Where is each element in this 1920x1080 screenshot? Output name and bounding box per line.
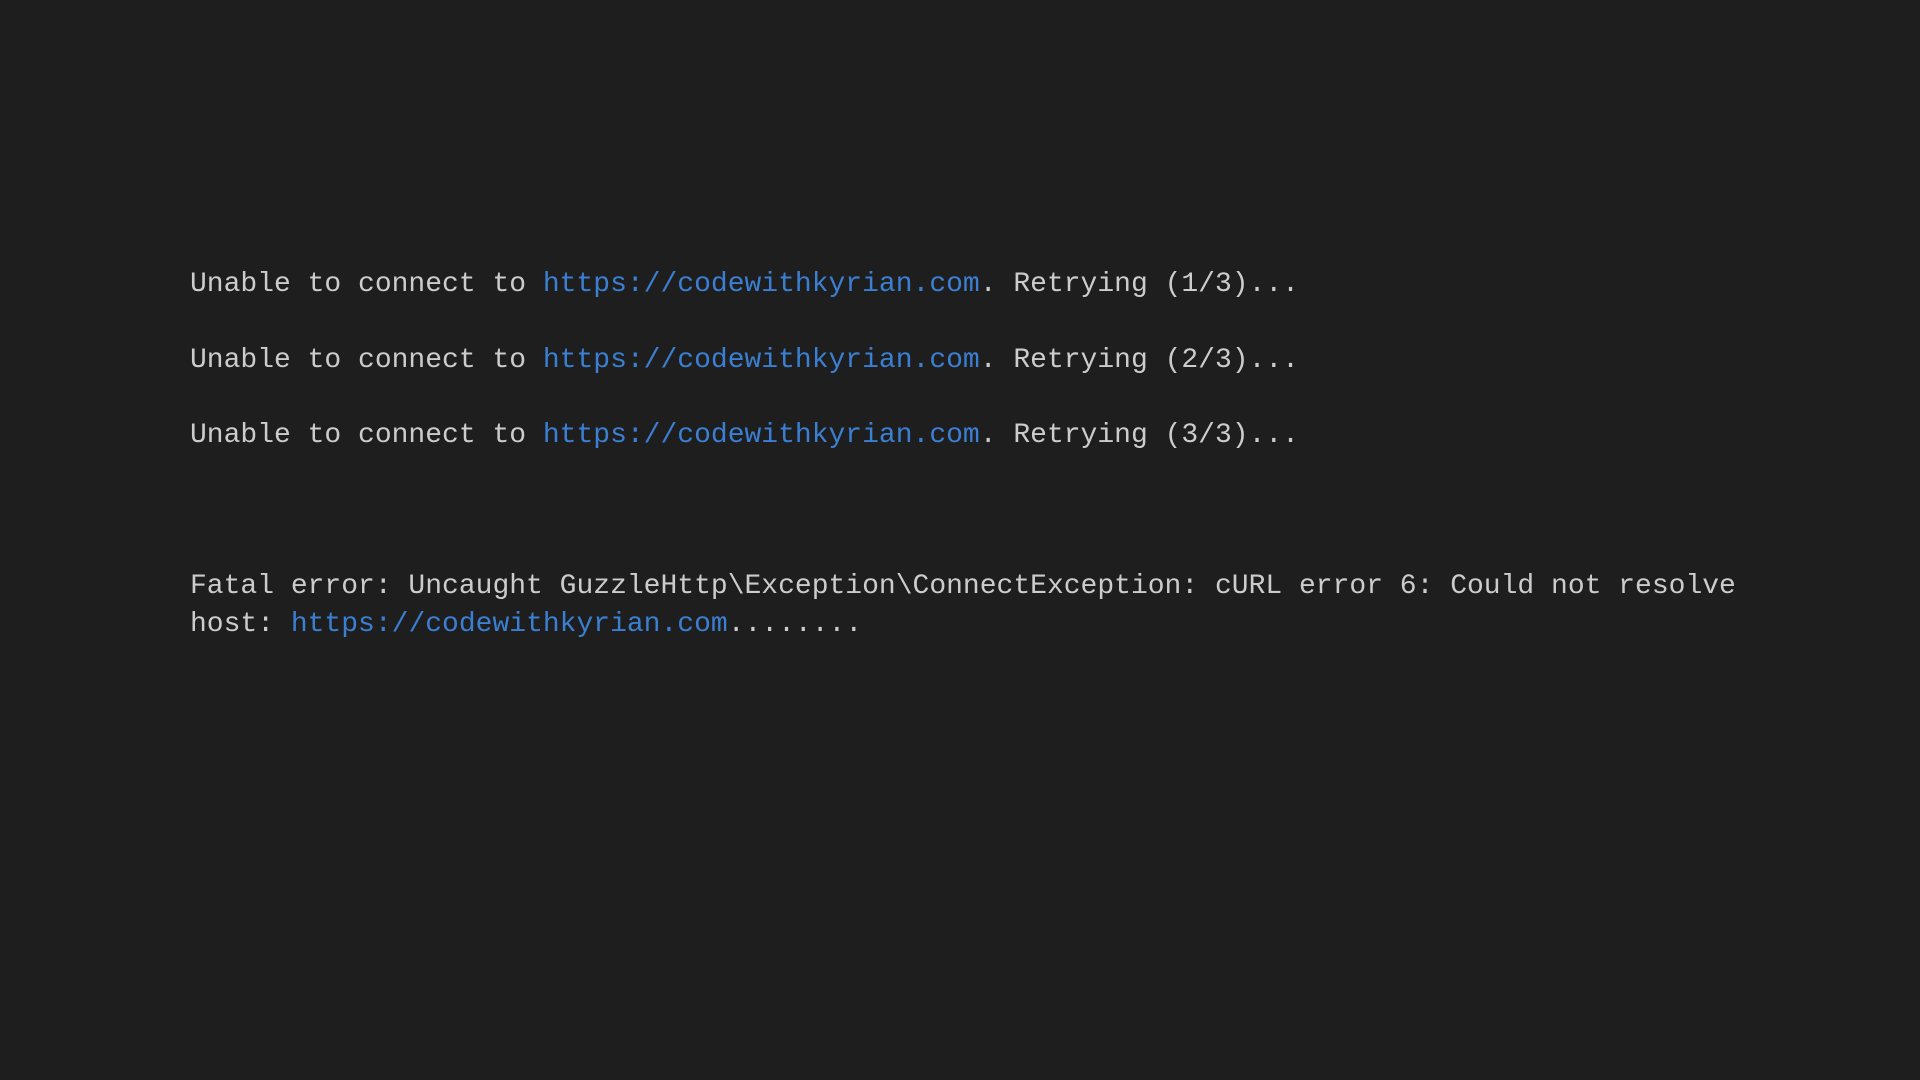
fatal-error-line: Fatal error: Uncaught GuzzleHttp\Excepti… bbox=[190, 568, 1820, 644]
retry-line: Unable to connect to https://codewithkyr… bbox=[190, 266, 1820, 304]
retry-prefix: Unable to connect to bbox=[190, 269, 543, 300]
url-link[interactable]: https://codewithkyrian.com bbox=[543, 420, 980, 451]
retry-suffix: . Retrying (1/3)... bbox=[980, 269, 1299, 300]
retry-prefix: Unable to connect to bbox=[190, 345, 543, 376]
url-link[interactable]: https://codewithkyrian.com bbox=[543, 269, 980, 300]
url-link[interactable]: https://codewithkyrian.com bbox=[291, 609, 728, 640]
retry-line: Unable to connect to https://codewithkyr… bbox=[190, 342, 1820, 380]
retry-suffix: . Retrying (2/3)... bbox=[980, 345, 1299, 376]
blank-line bbox=[190, 493, 1820, 531]
fatal-error-suffix: ........ bbox=[728, 609, 862, 640]
url-link[interactable]: https://codewithkyrian.com bbox=[543, 345, 980, 376]
terminal-output: Unable to connect to https://codewithkyr… bbox=[0, 228, 1920, 682]
retry-suffix: . Retrying (3/3)... bbox=[980, 420, 1299, 451]
retry-line: Unable to connect to https://codewithkyr… bbox=[190, 417, 1820, 455]
retry-prefix: Unable to connect to bbox=[190, 420, 543, 451]
